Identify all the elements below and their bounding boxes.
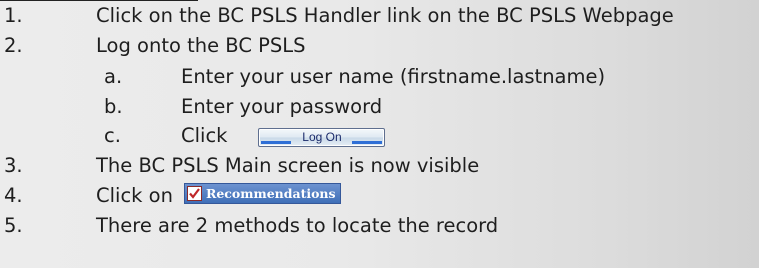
step-text: Log onto the BC PSLS <box>96 34 306 57</box>
recommendations-button[interactable]: Recommendations <box>183 183 341 204</box>
step-number: 4. <box>4 184 23 207</box>
step-number: 5. <box>4 214 23 237</box>
checkbox-icon <box>186 186 202 201</box>
step-number: 2. <box>4 34 23 57</box>
logon-button[interactable]: Log On <box>258 128 386 147</box>
step-text: Click on Recommendations <box>96 181 341 210</box>
substep-text: Enter your password <box>181 95 383 118</box>
step-number: 3. <box>4 154 23 177</box>
logon-button-wrap: Log On <box>258 120 386 149</box>
substep-letter: a. <box>104 65 123 88</box>
step-text: There are 2 methods to locate the record <box>96 214 499 237</box>
click-label: Click <box>181 124 228 147</box>
click-on-label: Click on <box>96 184 173 207</box>
step-text: Click on the BC PSLS Handler link on the… <box>96 4 674 27</box>
recommendations-label: Recommendations <box>205 186 336 201</box>
substep-text: Enter your user name (firstname.lastname… <box>181 65 606 88</box>
substep-text: Click Log On <box>181 120 386 151</box>
substep-letter: b. <box>104 95 123 118</box>
step-number: 1. <box>4 4 23 27</box>
step-text: The BC PSLS Main screen is now visible <box>96 154 480 177</box>
substep-letter: c. <box>104 124 121 147</box>
